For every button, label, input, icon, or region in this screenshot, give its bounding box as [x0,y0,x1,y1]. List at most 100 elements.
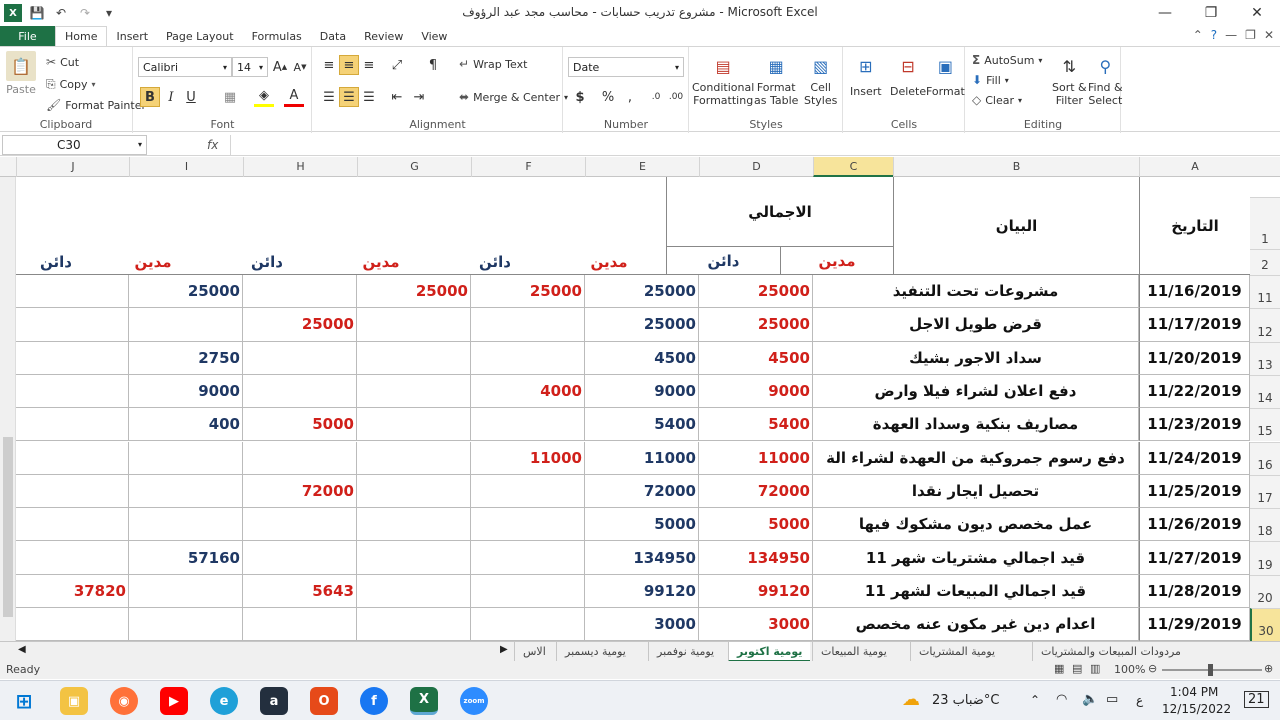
cell-g-row-19[interactable] [243,541,357,575]
cut-button[interactable]: ✂ Cut [46,55,79,69]
cell-total-credit-row-17[interactable]: 72000 [585,474,699,509]
cell-g-row-14[interactable] [243,374,357,409]
column-header-f[interactable]: F [471,157,585,177]
paste-button[interactable]: 📋 Paste [6,51,36,96]
row-header-18[interactable]: 18 [1250,508,1280,542]
borders-icon[interactable]: ▦ [220,87,240,107]
cell-date-row-30[interactable]: 11/29/2019 [1139,608,1250,641]
facebook-icon[interactable]: f [360,687,388,715]
cell-total-debit-row-11[interactable]: 25000 [699,275,813,309]
file-explorer-icon[interactable]: ▣ [60,687,88,715]
cell-total-credit-row-18[interactable]: 5000 [585,508,699,542]
number-format-combo[interactable]: Date ▾ [568,57,684,77]
column-header-g[interactable]: G [357,157,471,177]
cell-i-row-18[interactable] [129,508,243,542]
cell-total-debit-row-15[interactable]: 5400 [699,408,813,442]
firefox-icon[interactable]: ◉ [110,687,138,715]
youtube-icon[interactable]: ▶ [160,687,188,715]
tab-view[interactable]: View [412,26,456,46]
header-debit-1[interactable]: مدين [552,249,666,275]
cell-g-row-15[interactable]: 5000 [243,408,357,442]
cell-total-credit-row-12[interactable]: 25000 [585,308,699,342]
row-header-16[interactable]: 16 [1250,441,1280,475]
cell-total-credit-row-13[interactable]: 4500 [585,341,699,375]
formula-input[interactable] [230,134,1266,155]
header-total[interactable]: الاجمالي [666,177,893,247]
header-total-credit[interactable]: دائن [666,247,780,275]
column-header-a[interactable]: A [1139,157,1250,177]
cell-j-row-15[interactable] [16,408,129,442]
cell-i-row-12[interactable] [129,308,243,342]
cell-f-row-17[interactable] [357,474,471,509]
tab-data[interactable]: Data [311,26,355,46]
align-middle-icon[interactable]: ≡ [339,55,359,75]
header-credit-4[interactable]: دائن [210,249,324,275]
merge-center-button[interactable]: ⬌ Merge & Center ▾ [459,90,568,104]
sheet-tab-3[interactable]: يومية المبيعات [812,642,895,662]
cell-g-row-30[interactable] [243,608,357,641]
cell-description-row-17[interactable]: تحصيل ايجار نقدا [813,474,1139,509]
decrease-decimal-icon[interactable]: .00 [666,87,686,107]
cell-total-debit-row-16[interactable]: 11000 [699,441,813,475]
header-debit-3[interactable]: مدين [324,249,438,275]
text-direction-icon[interactable]: ¶ [423,55,443,75]
font-size-combo[interactable]: 14 ▾ [232,57,268,77]
cell-date-row-17[interactable]: 11/25/2019 [1139,474,1250,509]
zoom-slider-thumb[interactable] [1208,664,1213,676]
cell-j-row-30[interactable] [16,608,129,641]
cell-g-row-16[interactable] [243,441,357,475]
cell-description-row-12[interactable]: قرض طويل الاجل [813,308,1139,342]
cell-f-row-16[interactable] [357,441,471,475]
cell-description-row-11[interactable]: مشروعات تحت التنفيذ [813,275,1139,309]
bold-button[interactable]: B [140,87,160,107]
column-header-d[interactable]: D [699,157,813,177]
zoom-out-icon[interactable]: ⊖ [1148,662,1157,675]
zoom-app-icon[interactable]: zoom [460,687,488,715]
sheet-tab-6[interactable]: يومية ديسمبر [556,642,634,662]
cell-total-debit-row-18[interactable]: 5000 [699,508,813,542]
windows-start-icon[interactable]: ⊞ [10,687,38,715]
cell-total-credit-row-11[interactable]: 25000 [585,275,699,309]
orientation-icon[interactable]: ⤢ [387,55,407,75]
sheet-tab-2[interactable]: يومية المشتريات [910,642,1003,662]
cell-g-row-11[interactable] [243,275,357,309]
align-center-icon[interactable]: ☰ [339,87,359,107]
autosum-button[interactable]: Σ AutoSum ▾ [972,53,1042,67]
column-header-c[interactable]: C [813,157,893,177]
clock-date[interactable]: 12/15/2022 [1162,702,1231,716]
font-color-icon[interactable]: A [284,87,304,107]
cell-total-credit-row-15[interactable]: 5400 [585,408,699,442]
zoom-level[interactable]: 100% [1114,663,1145,676]
sheet-tab-4[interactable]: يومية اكتوبر [728,642,811,662]
align-left-icon[interactable]: ☰ [319,87,339,107]
collapse-ribbon-icon[interactable]: ⌃ [1193,28,1203,42]
fill-color-icon[interactable]: ◈ [254,87,274,107]
column-header-e[interactable]: E [585,157,699,177]
column-header-j[interactable]: J [16,157,129,177]
close-workbook-icon[interactable]: ✕ [1264,28,1274,42]
cell-total-debit-row-12[interactable]: 25000 [699,308,813,342]
cell-total-debit-row-13[interactable]: 4500 [699,341,813,375]
cell-e-row-16[interactable]: 11000 [471,441,585,475]
decrease-indent-icon[interactable]: ⇤ [387,87,407,107]
cell-description-row-30[interactable]: اعدام دين غير مكون عنه مخصص [813,608,1139,641]
cell-e-row-11[interactable]: 25000 [471,275,585,309]
currency-icon[interactable]: $ [570,87,590,107]
cell-j-row-19[interactable] [16,541,129,575]
page-break-view-icon[interactable]: ▥ [1090,662,1100,675]
tab-insert[interactable]: Insert [107,26,157,46]
copy-button[interactable]: ⎘ Copy ▾ [46,77,96,92]
row-header-19[interactable]: 19 [1250,541,1280,575]
cell-i-row-14[interactable]: 9000 [129,374,243,409]
cell-j-row-11[interactable] [16,275,129,309]
cell-e-row-30[interactable] [471,608,585,641]
weather-text[interactable]: ضباب 23°C [932,693,999,708]
insert-cells-button[interactable]: ⊞ Insert [850,51,882,99]
align-top-icon[interactable]: ≡ [319,55,339,75]
cell-g-row-13[interactable] [243,341,357,375]
page-layout-view-icon[interactable]: ▤ [1072,662,1082,675]
cell-i-row-19[interactable]: 57160 [129,541,243,575]
cell-i-row-20[interactable] [129,574,243,608]
underline-button[interactable]: U [181,87,201,107]
cell-j-row-17[interactable] [16,474,129,509]
